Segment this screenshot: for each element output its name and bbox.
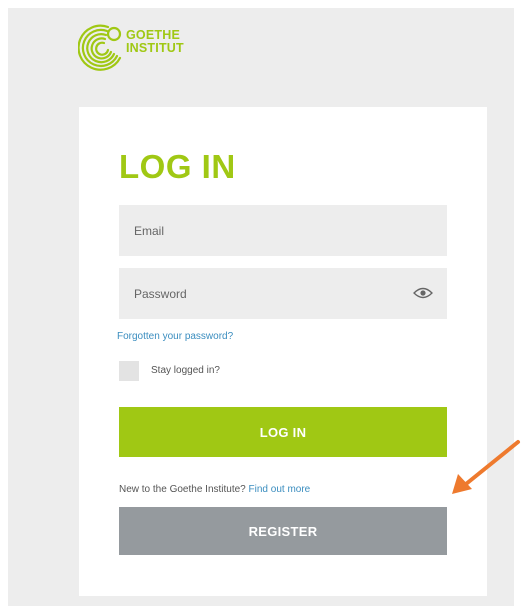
stay-logged-in-checkbox[interactable] bbox=[119, 361, 139, 381]
password-input[interactable] bbox=[119, 268, 447, 319]
register-button[interactable]: REGISTER bbox=[119, 507, 447, 555]
goethe-institut-logo[interactable]: GOETHE INSTITUT bbox=[78, 12, 238, 78]
new-user-label: New to the Goethe Institute? bbox=[119, 484, 246, 495]
login-card: LOG IN Forgotten your password? Stay log… bbox=[79, 107, 487, 596]
login-title: LOG IN bbox=[119, 148, 236, 185]
stay-logged-in-label: Stay logged in? bbox=[151, 365, 220, 376]
login-button[interactable]: LOG IN bbox=[119, 407, 447, 457]
eye-icon[interactable] bbox=[413, 286, 433, 300]
arrow-icon bbox=[452, 440, 520, 494]
new-user-text: New to the Goethe Institute? Find out mo… bbox=[119, 484, 310, 495]
goethe-logo-mark bbox=[78, 24, 122, 71]
logo-wordmark: GOETHE INSTITUT bbox=[126, 29, 184, 55]
email-input[interactable] bbox=[119, 205, 447, 256]
password-field-container bbox=[119, 268, 447, 319]
email-field-container bbox=[119, 205, 447, 256]
logo-line-2: INSTITUT bbox=[126, 41, 184, 55]
forgot-password-link[interactable]: Forgotten your password? bbox=[117, 331, 233, 342]
find-out-more-link[interactable]: Find out more bbox=[249, 484, 311, 495]
